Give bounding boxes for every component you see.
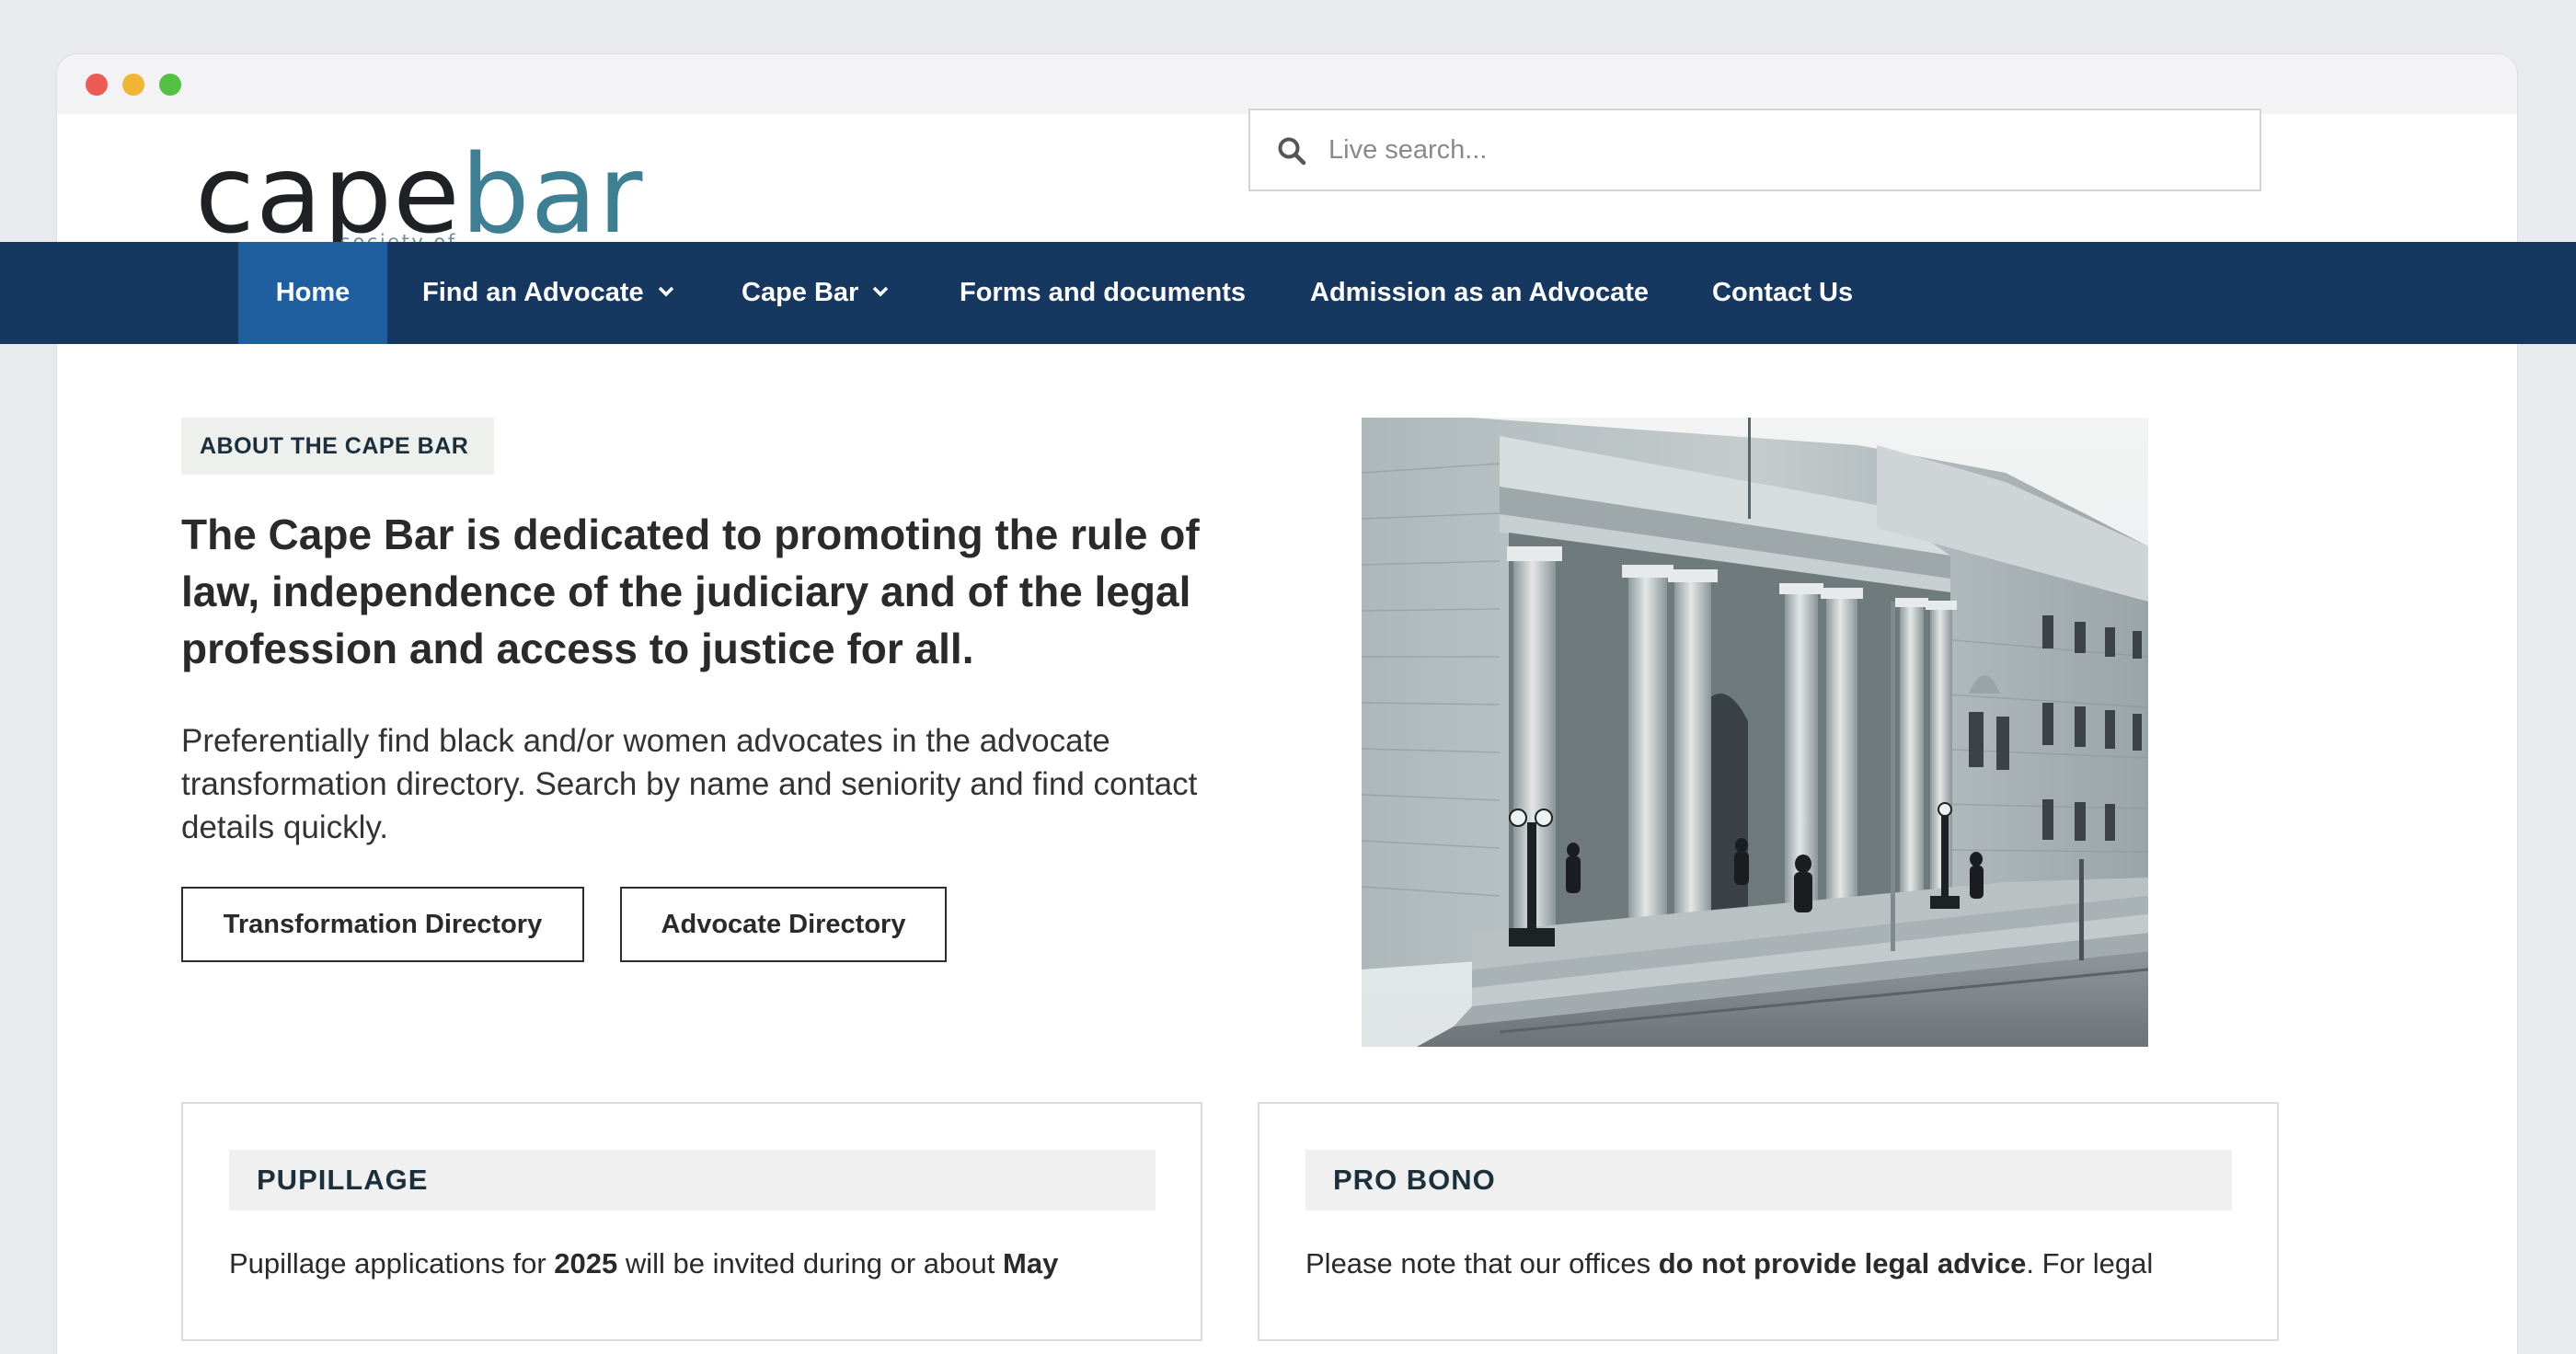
card-text-bold: 2025 xyxy=(554,1247,618,1279)
nav-item-label: Forms and documents xyxy=(960,278,1246,307)
nav-item-contact-us[interactable]: Contact Us xyxy=(1712,242,1853,344)
zoom-window-button[interactable] xyxy=(159,74,181,96)
card-text: Please note that our offices do not prov… xyxy=(1305,1244,2244,1284)
search-icon xyxy=(1278,137,1306,166)
chevron-down-icon xyxy=(873,287,889,297)
nav-item-label: Contact Us xyxy=(1712,278,1854,307)
search-input[interactable] xyxy=(1328,110,2239,189)
card-text-part: Pupillage applications for xyxy=(229,1247,555,1279)
main-navigation: Home Find an Advocate Cape Bar Forms and… xyxy=(0,242,2576,344)
card-text-part: will be invited during or about xyxy=(617,1247,1003,1279)
card-title: PUPILLAGE xyxy=(229,1150,1156,1211)
section-tag: ABOUT THE CAPE BAR xyxy=(181,418,495,475)
courthouse-illustration xyxy=(1362,418,2148,1047)
pro-bono-card: PRO BONO Please note that our offices do… xyxy=(1258,1102,2279,1341)
hero-lead-text: Preferentially find black and/or women a… xyxy=(181,723,1198,845)
nav-item-label: Cape Bar xyxy=(742,278,859,307)
card-text-part: Please note that our offices xyxy=(1305,1247,1659,1279)
nav-item-admission[interactable]: Admission as an Advocate xyxy=(1310,242,1649,344)
courthouse-photo xyxy=(1362,418,2148,1047)
nav-item-forms-and-documents[interactable]: Forms and documents xyxy=(960,242,1246,344)
card-text: Pupillage applications for 2025 will be … xyxy=(229,1244,1167,1284)
nav-item-label: Home xyxy=(275,278,351,307)
close-window-button[interactable] xyxy=(86,74,108,96)
minimize-window-button[interactable] xyxy=(122,74,144,96)
nav-item-cape-bar[interactable]: Cape Bar xyxy=(742,242,890,344)
advocate-directory-button[interactable]: Advocate Directory xyxy=(620,887,947,962)
chevron-down-icon xyxy=(658,287,673,297)
pupillage-card: PUPILLAGE Pupillage applications for 202… xyxy=(181,1102,1202,1341)
nav-item-label: Admission as an Advocate xyxy=(1310,278,1649,307)
transformation-directory-button[interactable]: Transformation Directory xyxy=(181,887,584,962)
card-title: PRO BONO xyxy=(1305,1150,2232,1211)
site-logo[interactable]: capebar society of advocates xyxy=(195,92,642,275)
card-text-part: . For legal xyxy=(2026,1247,2154,1279)
hero-headline: The Cape Bar is dedicated to promoting t… xyxy=(181,511,1200,672)
nav-item-find-an-advocate[interactable]: Find an Advocate xyxy=(422,242,675,344)
live-search-box[interactable] xyxy=(1248,109,2261,191)
nav-item-label: Find an Advocate xyxy=(422,278,644,307)
card-text-bold: May xyxy=(1003,1247,1059,1279)
card-text-bold: do not provide legal advice xyxy=(1658,1247,2027,1279)
nav-item-home[interactable]: Home xyxy=(238,242,387,344)
